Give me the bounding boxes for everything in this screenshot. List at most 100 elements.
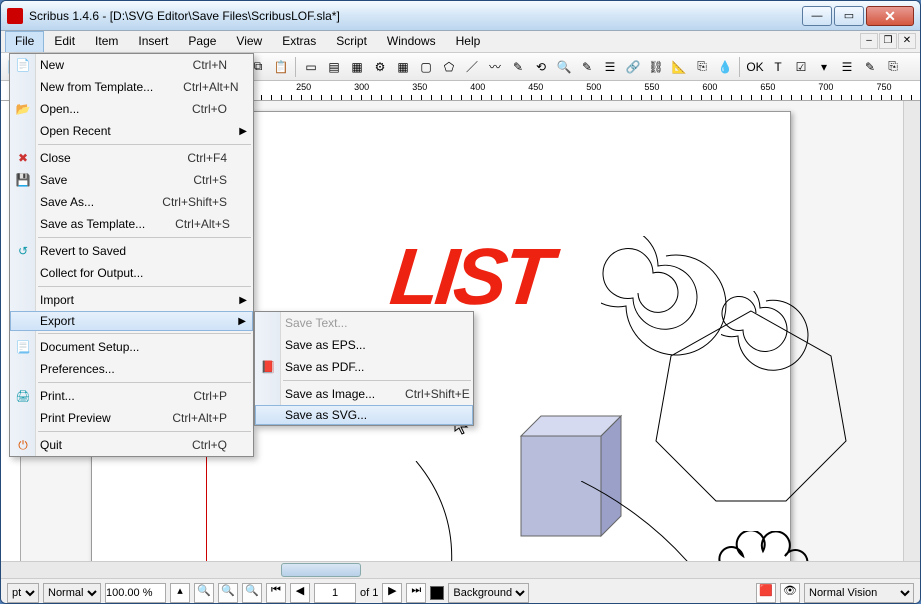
tool-pdf-list-icon[interactable]: ☰ xyxy=(836,56,858,78)
chevron-right-icon: ▶ xyxy=(239,126,247,137)
tool-render-icon[interactable]: ⚙ xyxy=(369,56,391,78)
menu-item-label: Save as PDF... xyxy=(285,360,364,374)
unit-select[interactable]: pt xyxy=(7,583,39,603)
menu-item-label: Save As... xyxy=(40,195,94,209)
file-menu-document-setup[interactable]: 📃Document Setup... xyxy=(10,336,253,358)
vertical-scrollbar[interactable] xyxy=(903,101,920,561)
tool-link-icon[interactable]: 🔗 xyxy=(622,56,644,78)
tool-freehand-icon[interactable]: ✎ xyxy=(507,56,529,78)
menu-item-label: Save as Image... xyxy=(285,387,375,401)
tool-shape-icon[interactable]: ▢ xyxy=(415,56,437,78)
close-icon: ✖ xyxy=(15,150,31,166)
shortcut-label: Ctrl+P xyxy=(163,389,227,403)
tool-eyedrop-icon[interactable]: 💧 xyxy=(714,56,736,78)
cloud-shape xyxy=(711,531,831,561)
file-menu-print[interactable]: 🖨Print...Ctrl+P xyxy=(10,385,253,407)
menu-windows[interactable]: Windows xyxy=(377,31,446,52)
file-menu-print-preview[interactable]: Print PreviewCtrl+Alt+P xyxy=(10,407,253,429)
tool-pdf-anno-icon[interactable]: ✎ xyxy=(859,56,881,78)
zoom-spin-icon[interactable]: ▴ xyxy=(170,583,190,603)
file-menu-collect-for-output[interactable]: Collect for Output... xyxy=(10,262,253,284)
zoom-out-icon[interactable]: 🔍 xyxy=(194,583,214,603)
page-input[interactable] xyxy=(314,583,356,603)
open-icon: 📂 xyxy=(15,101,31,117)
zoom-reset-icon[interactable]: 🔍 xyxy=(218,583,238,603)
menu-insert[interactable]: Insert xyxy=(128,31,178,52)
tool-measure-icon[interactable]: 📐 xyxy=(668,56,690,78)
mdi-restore-icon[interactable]: ❐ xyxy=(879,33,897,49)
file-menu-save[interactable]: 💾SaveCtrl+S xyxy=(10,169,253,191)
tool-bezier-icon[interactable]: 〰 xyxy=(484,56,506,78)
vision-select[interactable]: Normal Vision xyxy=(804,583,914,603)
tool-rotate-icon[interactable]: ⟲ xyxy=(530,56,552,78)
first-page-icon[interactable]: ⏮ xyxy=(266,583,286,603)
horizontal-scrollbar[interactable] xyxy=(1,561,920,578)
export-menu-save-as-pdf[interactable]: 📕Save as PDF... xyxy=(255,356,473,378)
tool-paste-icon[interactable]: 📋 xyxy=(270,56,292,78)
menu-help[interactable]: Help xyxy=(446,31,491,52)
export-menu-save-as-eps[interactable]: Save as EPS... xyxy=(255,334,473,356)
menu-extras[interactable]: Extras xyxy=(272,31,326,52)
docsetup-icon: 📃 xyxy=(15,339,31,355)
curve-shape xyxy=(406,461,526,561)
mdi-close-icon[interactable]: ✕ xyxy=(898,33,916,49)
file-menu-new-from-template[interactable]: New from Template...Ctrl+Alt+N xyxy=(10,76,253,98)
last-page-icon[interactable]: ⏭ xyxy=(406,583,426,603)
tool-select-icon[interactable]: ▭ xyxy=(300,56,322,78)
tool-copyprops-icon[interactable]: ⎘ xyxy=(691,56,713,78)
tool-pdf-ok-icon[interactable]: OK xyxy=(744,56,766,78)
tool-pdf-combo-icon[interactable]: ▾ xyxy=(813,56,835,78)
next-page-icon[interactable]: ▶ xyxy=(382,583,402,603)
tool-table-icon[interactable]: ▦ xyxy=(392,56,414,78)
tool-textframe-icon[interactable]: ▤ xyxy=(323,56,345,78)
tool-edit-icon[interactable]: ✎ xyxy=(576,56,598,78)
cms-icon[interactable]: 🟥 xyxy=(756,583,776,603)
zoom-input[interactable] xyxy=(105,583,166,603)
menu-edit[interactable]: Edit xyxy=(44,31,85,52)
tool-pdf-link-icon[interactable]: ⎘ xyxy=(882,56,904,78)
export-menu-save-as-svg[interactable]: Save as SVG... xyxy=(255,405,473,425)
tool-imageframe-icon[interactable]: ▦ xyxy=(346,56,368,78)
tool-pdf-text-icon[interactable]: T xyxy=(767,56,789,78)
page-of-label: of 1 xyxy=(360,587,378,599)
minimize-button[interactable]: — xyxy=(802,6,832,26)
menu-item-label: Open... xyxy=(40,102,79,116)
menu-item[interactable]: Item xyxy=(85,31,128,52)
file-menu-preferences[interactable]: Preferences... xyxy=(10,358,253,380)
export-menu-save-text: Save Text... xyxy=(255,312,473,334)
tool-polygon-icon[interactable]: ⬠ xyxy=(438,56,460,78)
zoom-in-icon[interactable]: 🔍 xyxy=(242,583,262,603)
menu-script[interactable]: Script xyxy=(326,31,377,52)
menu-view[interactable]: View xyxy=(226,31,272,52)
preview-mode-icon[interactable]: 👁 xyxy=(780,583,800,603)
tool-unlink-icon[interactable]: ⛓ xyxy=(645,56,667,78)
layer-select[interactable]: Background xyxy=(448,583,529,603)
file-menu-save-as[interactable]: Save As... Ctrl+Shift+S xyxy=(10,191,253,213)
file-menu-save-as-template[interactable]: Save as Template...Ctrl+Alt+S xyxy=(10,213,253,235)
file-menu-export[interactable]: Export▶ xyxy=(10,311,253,331)
maximize-button[interactable]: ▭ xyxy=(834,6,864,26)
tool-storyeditor-icon[interactable]: ☰ xyxy=(599,56,621,78)
file-menu-close[interactable]: ✖CloseCtrl+F4 xyxy=(10,147,253,169)
menu-item-label: Import xyxy=(40,293,74,307)
tool-line-icon[interactable]: ／ xyxy=(461,56,483,78)
export-menu-save-as-image[interactable]: Save as Image...Ctrl+Shift+E xyxy=(255,383,473,405)
shortcut-label: Ctrl+Shift+S xyxy=(132,195,227,209)
file-menu-open-recent[interactable]: Open Recent▶ xyxy=(10,120,253,142)
menu-file[interactable]: File xyxy=(5,31,44,52)
menu-item-label: Save xyxy=(40,173,67,187)
mdi-minimize-icon[interactable]: – xyxy=(860,33,878,49)
file-menu-open[interactable]: 📂Open...Ctrl+O xyxy=(10,98,253,120)
file-menu-new[interactable]: 📄NewCtrl+N xyxy=(10,54,253,76)
file-menu-quit[interactable]: ⏻QuitCtrl+Q xyxy=(10,434,253,456)
file-menu-import[interactable]: Import▶ xyxy=(10,289,253,311)
menu-page[interactable]: Page xyxy=(178,31,226,52)
prev-page-icon[interactable]: ◀ xyxy=(290,583,310,603)
preview-select[interactable]: Normal xyxy=(43,583,101,603)
tool-pdf-check-icon[interactable]: ☑ xyxy=(790,56,812,78)
file-menu-revert-to-saved[interactable]: ↺Revert to Saved xyxy=(10,240,253,262)
menu-item-label: Print Preview xyxy=(40,411,111,425)
tool-zoom-icon[interactable]: 🔍 xyxy=(553,56,575,78)
shortcut-label: Ctrl+Alt+S xyxy=(145,217,230,231)
close-button[interactable]: ✕ xyxy=(866,6,914,26)
